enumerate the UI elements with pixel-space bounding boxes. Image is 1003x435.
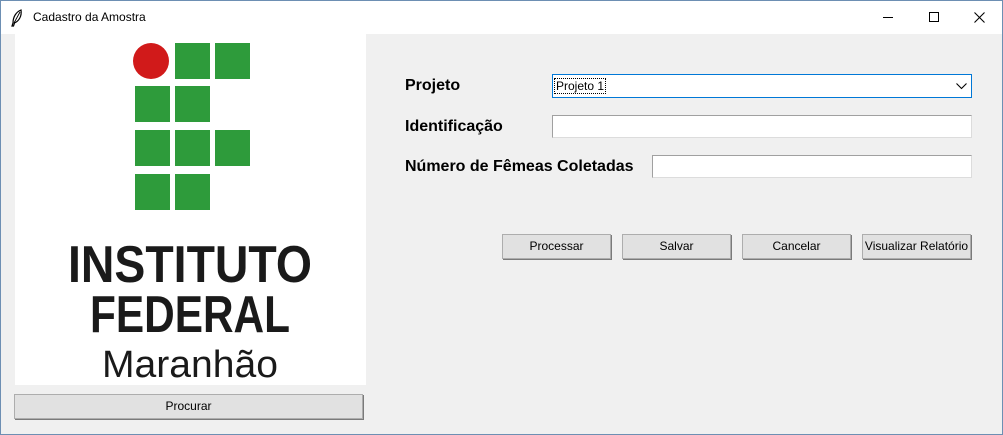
identificacao-input[interactable] xyxy=(552,115,972,138)
projeto-label: Projeto xyxy=(405,77,461,94)
app-window: Cadastro da Amostra INSTITUTO FEDERAL Ma… xyxy=(0,0,1003,435)
logo-text-federal: FEDERAL xyxy=(90,286,290,344)
identificacao-label: Identificação xyxy=(405,118,503,135)
window-client-area: INSTITUTO FEDERAL Maranhão Procurar Proj… xyxy=(1,34,1002,434)
maximize-button[interactable] xyxy=(912,1,958,34)
visualizar-relatorio-button[interactable]: Visualizar Relatório xyxy=(862,234,971,259)
femeas-input[interactable] xyxy=(652,155,972,178)
chevron-down-icon[interactable] xyxy=(956,83,967,90)
feather-icon xyxy=(10,9,24,27)
minimize-button[interactable] xyxy=(866,1,912,34)
institution-logo: INSTITUTO FEDERAL Maranhão xyxy=(15,34,366,385)
logo-red-circle xyxy=(133,43,169,79)
projeto-select[interactable]: Projeto 1 xyxy=(552,74,972,98)
close-button[interactable] xyxy=(957,1,1002,34)
cancelar-button[interactable]: Cancelar xyxy=(742,234,851,259)
femeas-label: Número de Fêmeas Coletadas xyxy=(405,158,634,175)
logo-text-maranhao: Maranhão xyxy=(102,344,278,385)
window-title: Cadastro da Amostra xyxy=(33,10,146,24)
minimize-icon xyxy=(883,17,893,18)
close-icon xyxy=(974,12,985,23)
procurar-button[interactable]: Procurar xyxy=(14,394,363,419)
title-bar[interactable]: Cadastro da Amostra xyxy=(1,1,1002,34)
window-right-edge xyxy=(993,34,1002,434)
salvar-button[interactable]: Salvar xyxy=(622,234,731,259)
maximize-icon xyxy=(929,12,939,22)
projeto-selected-value: Projeto 1 xyxy=(553,78,607,94)
processar-button[interactable]: Processar xyxy=(502,234,611,259)
